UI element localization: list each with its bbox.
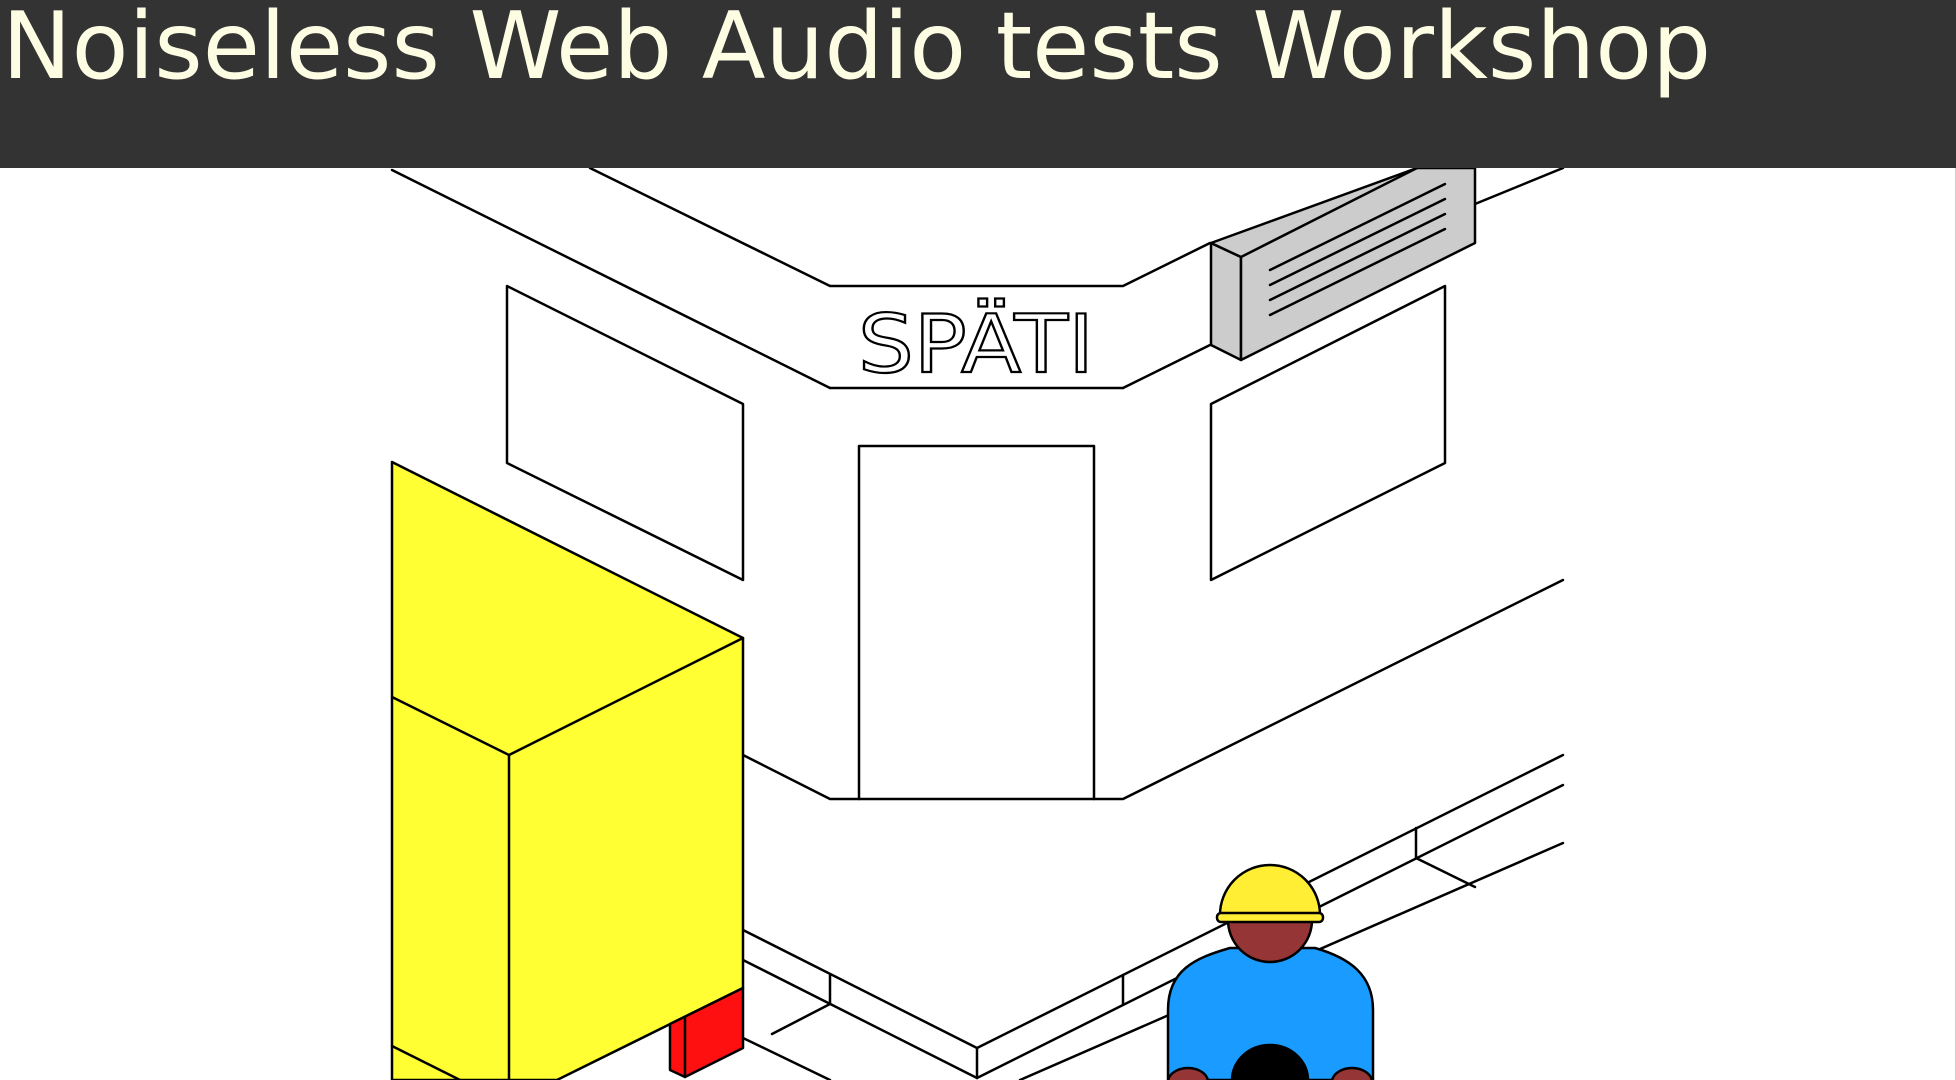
helmet-icon — [1218, 863, 1322, 917]
slide-title: Noiseless Web Audio tests Workshop — [2, 0, 1712, 100]
sidewalk — [741, 753, 1565, 1080]
slide-header: Noiseless Web Audio tests Workshop — [0, 0, 1956, 168]
spaeti-illustration: SPÄTI — [390, 168, 1565, 1080]
shop-sign: SPÄTI — [858, 298, 1094, 391]
worker-person — [1166, 863, 1375, 1080]
air-conditioner — [1209, 168, 1477, 362]
shop-window-left — [505, 284, 745, 582]
shop-door — [857, 444, 1096, 801]
